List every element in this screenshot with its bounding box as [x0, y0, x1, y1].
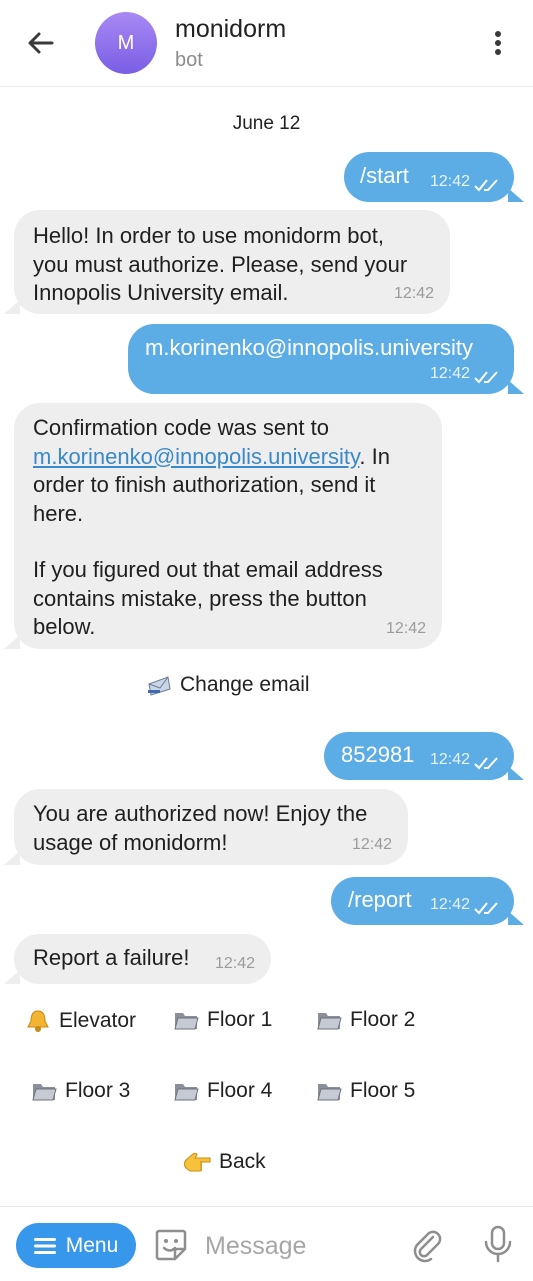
message-text: /report — [348, 887, 412, 912]
chat-title[interactable]: monidorm — [175, 15, 286, 44]
message-text: Report a failure! — [33, 945, 190, 970]
elevator-button[interactable]: Elevator — [25, 1008, 136, 1034]
message-time: 12:42 — [214, 954, 255, 972]
message-line: If you figured out that email address — [33, 557, 383, 582]
menu-icon — [33, 1237, 56, 1254]
folder-icon — [174, 1084, 199, 1101]
folder-icon — [317, 1013, 342, 1030]
change-email-button[interactable]: Change email — [146, 673, 310, 697]
folder-icon — [174, 1013, 199, 1030]
floor-1-button[interactable]: Floor 1 — [173, 1008, 272, 1032]
back-button[interactable]: Back — [183, 1150, 266, 1174]
message-line: below. — [33, 614, 96, 639]
date-separator: June 12 — [232, 113, 301, 134]
button-label: Floor 1 — [207, 1008, 273, 1031]
envelope-icon — [148, 676, 171, 696]
folder-icon — [317, 1084, 342, 1101]
button-label: Floor 3 — [65, 1079, 131, 1102]
avatar[interactable]: M — [95, 12, 157, 74]
chat-subtitle: bot — [175, 49, 203, 71]
message-time: 12:42 — [429, 750, 470, 768]
folder-icon — [32, 1084, 57, 1101]
message-line: Hello! In order to use monidorm bot, — [33, 223, 384, 248]
message-line: you must authorize. Please, send your — [33, 251, 408, 277]
message-time: 12:42 — [393, 284, 434, 302]
back-arrow-icon[interactable] — [24, 26, 58, 60]
message-text: Confirmation code was sent to — [33, 415, 329, 440]
message-composer: Menu — [0, 1206, 533, 1281]
double-check-icon — [474, 757, 498, 770]
button-label: Floor 5 — [350, 1079, 416, 1102]
message-text: m.korinenko@innopolis.university — [145, 335, 474, 360]
menu-label: Menu — [65, 1233, 119, 1257]
floor-5-button[interactable]: Floor 5 — [316, 1079, 415, 1103]
floor-2-button[interactable]: Floor 2 — [316, 1008, 415, 1032]
message-time: 12:42 — [429, 895, 470, 913]
message-line: here. — [33, 500, 84, 526]
bot-menu-button[interactable]: Menu — [16, 1223, 136, 1268]
pointing-hand-icon — [184, 1152, 211, 1172]
message-line — [33, 528, 428, 556]
double-check-icon — [474, 179, 498, 192]
message-line: You are authorized now! Enjoy the — [33, 801, 368, 826]
chat-header: M monidorm bot — [0, 0, 533, 87]
double-check-icon — [474, 371, 498, 384]
message-time: 12:42 — [351, 835, 392, 853]
floor-4-button[interactable]: Floor 4 — [173, 1079, 272, 1103]
incoming-message[interactable]: You are authorized now! Enjoy the usage … — [4, 789, 408, 865]
message-line: m.korinenko@innopolis.university. In — [33, 443, 428, 472]
microphone-icon[interactable] — [482, 1225, 514, 1263]
outgoing-message[interactable]: m.korinenko@innopolis.university 12:42 — [128, 324, 524, 394]
floor-3-button[interactable]: Floor 3 — [31, 1079, 130, 1103]
outgoing-message[interactable]: 852981 12:42 — [324, 732, 524, 780]
message-line: Innopolis University email. — [33, 280, 289, 305]
email-link[interactable]: m.korinenko@innopolis.university — [33, 444, 359, 469]
button-label: Change email — [180, 673, 310, 696]
incoming-message[interactable]: Confirmation code was sent to m.korinenk… — [4, 403, 442, 649]
incoming-message[interactable]: Report a failure! 12:42 — [4, 934, 271, 984]
message-line: usage of monidorm! — [33, 829, 228, 855]
sticker-icon[interactable] — [153, 1227, 189, 1263]
message-text: /start — [360, 163, 409, 188]
incoming-message[interactable]: Hello! In order to use monidorm bot, you… — [4, 210, 450, 314]
attachment-icon[interactable] — [409, 1227, 445, 1263]
message-time: 12:42 — [385, 619, 426, 637]
message-text: 852981 — [341, 742, 415, 767]
double-check-icon — [474, 902, 498, 915]
message-text: . In — [359, 443, 390, 469]
avatar-letter: M — [117, 31, 135, 54]
message-input[interactable] — [205, 1229, 395, 1263]
button-label: Elevator — [59, 1009, 137, 1032]
message-time: 12:42 — [429, 172, 470, 190]
button-label: Back — [219, 1150, 266, 1173]
more-options-icon[interactable] — [486, 26, 510, 60]
button-label: Floor 2 — [350, 1008, 416, 1031]
message-line: Confirmation code was sent to — [33, 414, 428, 443]
button-label: Floor 4 — [207, 1079, 273, 1102]
outgoing-message[interactable]: /report 12:42 — [331, 877, 524, 925]
bell-icon — [27, 1010, 49, 1032]
message-line: order to finish authorization, send it — [33, 472, 376, 497]
outgoing-message[interactable]: /start 12:42 — [344, 152, 524, 202]
message-time: 12:42 — [429, 364, 470, 382]
message-line: contains mistake, press the button — [33, 585, 367, 611]
